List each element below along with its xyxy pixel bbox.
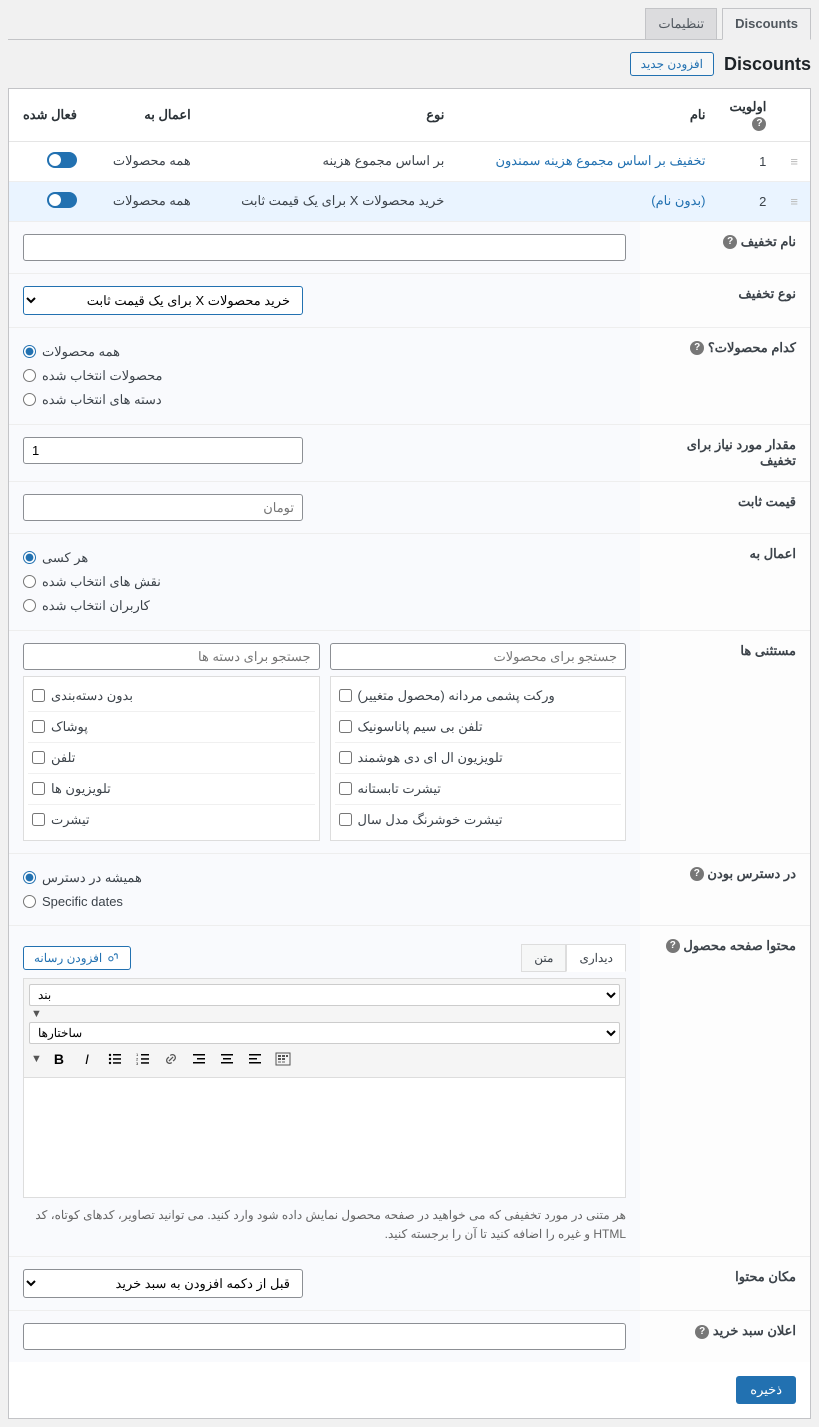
add-media-button[interactable]: افزودن رسانه xyxy=(23,946,131,970)
italic-icon[interactable]: I xyxy=(74,1046,100,1072)
label-cart-notice: اعلان سبد خرید ? xyxy=(640,1310,810,1362)
discounts-table: اولویت ? نام نوع اعمال به فعال شده ≡ 1 ت… xyxy=(9,89,810,221)
category-checkbox[interactable] xyxy=(32,720,45,733)
table-row: ≡ 1 تخفیف بر اساس مجموع هزینه سمندون بر … xyxy=(9,141,810,181)
products-all-radio[interactable] xyxy=(23,345,36,358)
list-item: تلویزیون ها xyxy=(28,774,315,805)
drag-handle-icon[interactable]: ≡ xyxy=(778,141,810,181)
categories-list[interactable]: بدون دسته‌بندی پوشاک تلفن تلویزیون ها تی… xyxy=(23,676,320,841)
products-categories-radio[interactable] xyxy=(23,393,36,406)
list-item: پوشاک xyxy=(28,712,315,743)
col-type: نوع xyxy=(203,89,457,141)
list-item: تلفن xyxy=(28,743,315,774)
table-row: ≡ 2 (بدون نام) خرید محصولات X برای یک قی… xyxy=(9,181,810,221)
col-priority: اولویت ? xyxy=(717,89,778,141)
label-discount-type: نوع تخفیف xyxy=(640,273,810,327)
editor-toolbar: بند ▼ ساختارها ▼ B I 123 xyxy=(23,978,626,1078)
cart-notice-input[interactable] xyxy=(23,1323,626,1350)
product-checkbox[interactable] xyxy=(339,751,352,764)
structures-select[interactable]: ساختارها xyxy=(29,1022,620,1044)
label-fixed-price: قیمت ثابت xyxy=(640,481,810,533)
apply-users-radio[interactable] xyxy=(23,599,36,612)
page-title: Discounts xyxy=(724,54,811,75)
enable-toggle[interactable] xyxy=(47,192,77,208)
label-content-location: مکان محتوا xyxy=(640,1256,810,1310)
bold-icon[interactable]: B xyxy=(46,1046,72,1072)
tab-settings[interactable]: تنظیمات xyxy=(645,8,717,39)
apply-roles-radio[interactable] xyxy=(23,575,36,588)
col-enabled: فعال شده xyxy=(9,89,89,141)
bullet-list-icon[interactable] xyxy=(102,1046,128,1072)
editor-text-tab[interactable]: متن xyxy=(521,944,566,972)
avail-dates-radio[interactable] xyxy=(23,895,36,908)
col-name: نام xyxy=(456,89,717,141)
align-center-icon[interactable] xyxy=(214,1046,240,1072)
editor-visual-tab[interactable]: دیداری xyxy=(566,944,626,972)
label-availability: در دسترس بودن ? xyxy=(640,853,810,925)
link-icon[interactable] xyxy=(158,1046,184,1072)
help-icon[interactable]: ? xyxy=(695,1325,709,1339)
align-right-icon[interactable] xyxy=(186,1046,212,1072)
help-icon[interactable]: ? xyxy=(752,117,766,131)
list-item: تلفن بی سیم پاناسونیک xyxy=(335,712,622,743)
products-list[interactable]: ورکت پشمی مردانه (محصول متغییر) تلفن بی … xyxy=(330,676,627,841)
tab-discounts[interactable]: Discounts xyxy=(722,8,811,40)
label-exclusions: مستثنی ها xyxy=(640,630,810,853)
product-checkbox[interactable] xyxy=(339,689,352,702)
editor-description: هر متنی در مورد تخفیفی که می خواهید در ص… xyxy=(23,1206,626,1244)
add-new-button[interactable]: افزودن جدید xyxy=(630,52,714,76)
fixed-price-input[interactable] xyxy=(23,494,303,521)
list-item: تیشرت خوشرنگ مدل سال xyxy=(335,805,622,835)
toolbar-toggle-icon[interactable] xyxy=(270,1046,296,1072)
media-icon xyxy=(106,951,120,965)
list-item: ورکت پشمی مردانه (محصول متغییر) xyxy=(335,681,622,712)
apply-everyone-radio[interactable] xyxy=(23,551,36,564)
align-left-icon[interactable] xyxy=(242,1046,268,1072)
list-item: تیشرت xyxy=(28,805,315,835)
col-apply: اعمال به xyxy=(89,89,203,141)
list-item: تیشرت تابستانه xyxy=(335,774,622,805)
category-checkbox[interactable] xyxy=(32,751,45,764)
product-checkbox[interactable] xyxy=(339,813,352,826)
search-categories-input[interactable] xyxy=(23,643,320,670)
search-products-input[interactable] xyxy=(330,643,627,670)
enable-toggle[interactable] xyxy=(47,152,77,168)
editor-content[interactable] xyxy=(23,1078,626,1198)
number-list-icon[interactable]: 123 xyxy=(130,1046,156,1072)
products-selected-radio[interactable] xyxy=(23,369,36,382)
category-checkbox[interactable] xyxy=(32,782,45,795)
list-item: بدون دسته‌بندی xyxy=(28,681,315,712)
svg-text:3: 3 xyxy=(136,1061,139,1066)
label-product-content: محتوا صفحه محصول ? xyxy=(640,925,810,1256)
label-apply-to: اعمال به xyxy=(640,533,810,630)
help-icon[interactable]: ? xyxy=(690,341,704,355)
product-checkbox[interactable] xyxy=(339,782,352,795)
required-amount-input[interactable] xyxy=(23,437,303,464)
paragraph-select[interactable]: بند xyxy=(29,984,620,1006)
label-required-amount: مقدار مورد نیاز برای تخفیف xyxy=(640,424,810,481)
nav-tabs: Discounts تنظیمات xyxy=(8,8,811,40)
category-checkbox[interactable] xyxy=(32,813,45,826)
help-icon[interactable]: ? xyxy=(723,235,737,249)
help-icon[interactable]: ? xyxy=(690,867,704,881)
avail-always-radio[interactable] xyxy=(23,871,36,884)
discount-link[interactable]: تخفیف بر اساس مجموع هزینه سمندون xyxy=(456,141,717,181)
label-discount-name: نام تخفیف ? xyxy=(640,221,810,273)
help-icon[interactable]: ? xyxy=(666,939,680,953)
content-location-select[interactable]: قبل از دکمه افزودن به سبد خرید xyxy=(23,1269,303,1298)
discount-type-select[interactable]: خرید محصولات X برای یک قیمت ثابت xyxy=(23,286,303,315)
category-checkbox[interactable] xyxy=(32,689,45,702)
drag-handle-icon[interactable]: ≡ xyxy=(778,181,810,221)
list-item: تلویزیون ال ای دی هوشمند xyxy=(335,743,622,774)
product-checkbox[interactable] xyxy=(339,720,352,733)
label-which-products: کدام محصولات؟ ? xyxy=(640,327,810,424)
discount-link[interactable]: (بدون نام) xyxy=(456,181,717,221)
discount-name-input[interactable] xyxy=(23,234,626,261)
save-button[interactable]: ذخیره xyxy=(736,1376,796,1404)
